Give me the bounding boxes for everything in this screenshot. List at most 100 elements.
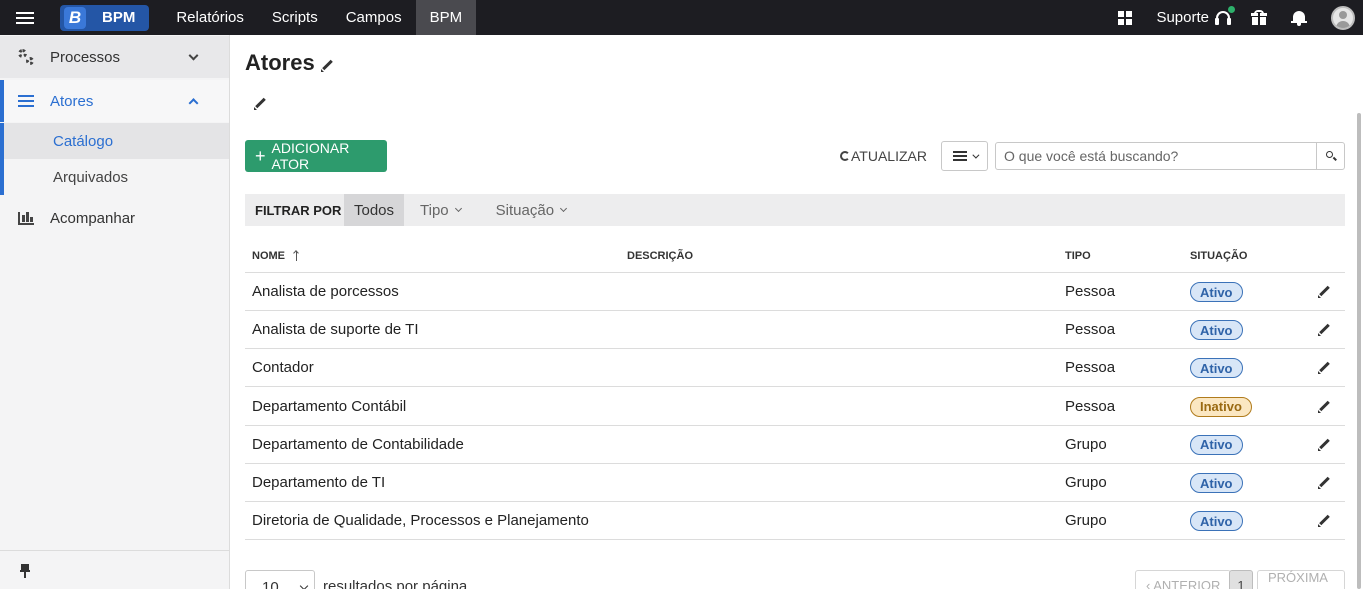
- table-row[interactable]: Contador Pessoa Ativo: [245, 349, 1345, 388]
- list-icon: [18, 95, 34, 107]
- cell-nome: Departamento de TI: [252, 474, 386, 491]
- chevron-down-icon: [454, 204, 462, 213]
- edit-row-icon[interactable]: [1318, 362, 1330, 375]
- cell-nome: Contador: [252, 359, 314, 377]
- sort-icon[interactable]: [293, 251, 301, 262]
- pin-icon[interactable]: [20, 564, 30, 578]
- page-number-button[interactable]: 1: [1229, 570, 1253, 589]
- gift-icon[interactable]: [1251, 10, 1267, 25]
- cell-tipo: Pessoa: [1065, 321, 1116, 339]
- top-bar: B BPM Relatórios Scripts Campos BPM Supo…: [0, 0, 1363, 35]
- chevron-down-icon: [559, 204, 568, 213]
- table-row[interactable]: Departamento Contábil Pessoa Inativo: [245, 388, 1345, 426]
- cell-nome: Diretoria de Qualidade, Processos e Plan…: [252, 512, 589, 530]
- cell-nome: Analista de suporte de TI: [252, 321, 419, 339]
- columns-menu-button[interactable]: [941, 141, 988, 171]
- edit-row-icon[interactable]: [1318, 324, 1330, 337]
- top-right-tools: Suporte: [1118, 0, 1363, 35]
- filter-label: FILTRAR POR: [255, 202, 342, 218]
- status-badge: Ativo: [1190, 320, 1243, 341]
- chevron-down-icon: [971, 151, 979, 159]
- table-row[interactable]: Analista de porcessos Pessoa Ativo: [245, 273, 1345, 311]
- sidebar-item-label: Processos: [50, 48, 121, 66]
- menu-icon[interactable]: [0, 0, 50, 35]
- column-header-descricao: DESCRIÇÃO: [627, 250, 694, 262]
- support-link[interactable]: Suporte: [1156, 9, 1209, 26]
- main-content: Atores + ADICIONAR ATOR ATUALIZAR FILTRA…: [245, 35, 1345, 589]
- add-actor-label: ADICIONAR ATOR: [271, 140, 350, 172]
- per-page-label: resultados por página: [323, 578, 468, 589]
- sidebar-item-acompanhar[interactable]: Acompanhar: [0, 199, 229, 237]
- add-actor-button[interactable]: + ADICIONAR ATOR: [245, 140, 387, 172]
- sidebar: Processos Atores Catálogo Arquivados Aco…: [0, 35, 230, 589]
- brand-name: BPM: [102, 9, 136, 26]
- sidebar-item-label: Acompanhar: [50, 209, 136, 227]
- edit-description-icon[interactable]: [254, 98, 266, 110]
- filter-all[interactable]: Todos: [344, 194, 405, 226]
- table-header: NOME DESCRIÇÃO TIPO SITUAÇÃO: [245, 242, 1345, 273]
- status-badge: Ativo: [1190, 473, 1243, 493]
- online-status-dot: [1228, 5, 1235, 13]
- bell-icon[interactable]: [1291, 10, 1307, 26]
- status-badge: Ativo: [1190, 434, 1243, 455]
- sidebar-item-label: Atores: [50, 92, 94, 110]
- filter-bar: FILTRAR POR Todos Tipo Situação: [245, 194, 1345, 226]
- edit-row-icon[interactable]: [1318, 477, 1330, 489]
- edit-row-icon[interactable]: [1318, 439, 1330, 451]
- edit-title-icon[interactable]: [321, 60, 333, 72]
- edit-row-icon[interactable]: [1318, 286, 1330, 298]
- headset-icon[interactable]: [1215, 5, 1235, 26]
- chevron-down-icon: [188, 50, 199, 61]
- cell-tipo: Pessoa: [1065, 283, 1116, 300]
- cell-nome: Analista de porcessos: [252, 283, 399, 300]
- table-row[interactable]: Diretoria de Qualidade, Processos e Plan…: [245, 502, 1345, 541]
- search-icon: [1326, 151, 1333, 158]
- avatar[interactable]: [1331, 5, 1355, 30]
- gears-icon: [18, 49, 34, 65]
- cell-tipo: Grupo: [1065, 474, 1107, 491]
- sidebar-item-arquivados[interactable]: Arquivados: [0, 159, 229, 195]
- status-badge: Inativo: [1190, 396, 1252, 417]
- refresh-label: ATUALIZAR: [851, 148, 927, 164]
- edit-row-icon[interactable]: [1318, 515, 1330, 528]
- scrollbar[interactable]: [1357, 113, 1361, 589]
- page-size-select[interactable]: 10: [245, 570, 315, 589]
- status-badge: Ativo: [1190, 282, 1243, 302]
- filter-situacao-dropdown[interactable]: Situação: [495, 201, 568, 219]
- search-button[interactable]: [1316, 142, 1345, 170]
- search-input[interactable]: [995, 142, 1317, 170]
- nav-bpm[interactable]: BPM: [415, 0, 477, 35]
- table-row[interactable]: Analista de suporte de TI Pessoa Ativo: [245, 311, 1345, 350]
- status-badge: Ativo: [1190, 358, 1243, 379]
- top-nav: Relatórios Scripts Campos BPM: [162, 0, 477, 35]
- column-header-nome[interactable]: NOME: [252, 250, 301, 262]
- sidebar-item-catalogo[interactable]: Catálogo: [0, 123, 229, 159]
- cell-tipo: Grupo: [1065, 512, 1107, 530]
- cell-tipo: Grupo: [1065, 435, 1107, 453]
- filter-tipo-label: Tipo: [420, 201, 449, 219]
- column-header-situacao: SITUAÇÃO: [1190, 250, 1248, 262]
- page-title: Atores: [245, 50, 315, 75]
- hamburger-icon: [952, 155, 967, 157]
- nav-relatorios[interactable]: Relatórios: [162, 0, 258, 35]
- apps-grid-icon[interactable]: [1118, 10, 1133, 25]
- cell-nome: Departamento Contábil: [252, 397, 407, 415]
- brand-logo[interactable]: B BPM: [60, 4, 150, 31]
- edit-row-icon[interactable]: [1318, 401, 1330, 413]
- sidebar-item-atores[interactable]: Atores: [0, 80, 229, 122]
- next-page-button[interactable]: PRÓXIMA ›: [1257, 570, 1345, 589]
- table-row[interactable]: Departamento de Contabilidade Grupo Ativo: [245, 426, 1345, 464]
- sidebar-item-processos[interactable]: Processos: [0, 36, 229, 78]
- nav-campos[interactable]: Campos: [332, 0, 416, 35]
- nav-scripts[interactable]: Scripts: [258, 0, 332, 35]
- page-size-value: 10: [262, 579, 279, 589]
- previous-page-button[interactable]: ‹ ANTERIOR: [1135, 570, 1232, 589]
- filter-tipo-dropdown[interactable]: Tipo: [420, 201, 462, 219]
- sidebar-divider: [0, 550, 229, 551]
- brand-letter: B: [64, 6, 86, 29]
- refresh-button[interactable]: ATUALIZAR: [840, 148, 927, 164]
- filter-situacao-label: Situação: [495, 201, 555, 219]
- cell-tipo: Pessoa: [1065, 397, 1116, 415]
- table-row[interactable]: Departamento de TI Grupo Ativo: [245, 464, 1345, 502]
- refresh-icon: [840, 151, 850, 161]
